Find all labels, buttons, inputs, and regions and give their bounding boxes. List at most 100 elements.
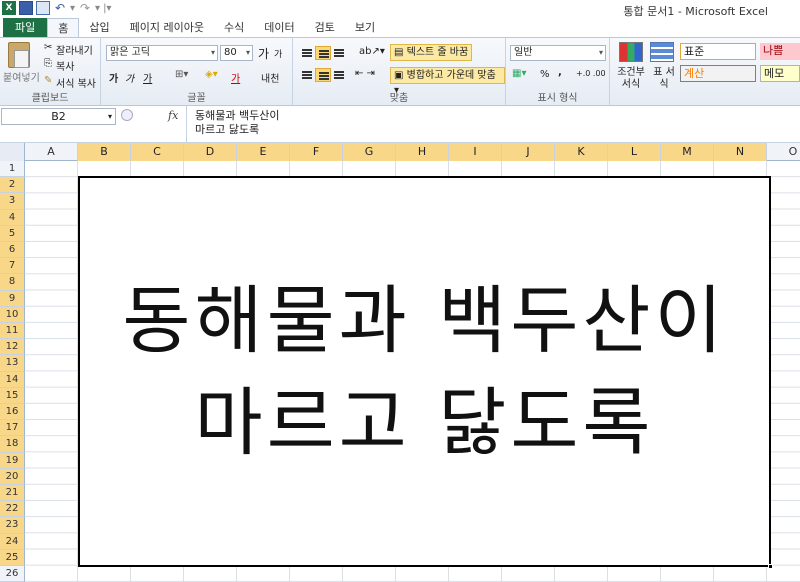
column-header-d[interactable]: D bbox=[184, 143, 237, 161]
undo-icon[interactable]: ↶ bbox=[53, 1, 67, 15]
column-header-h[interactable]: H bbox=[396, 143, 449, 161]
row-header-21[interactable]: 21 bbox=[0, 485, 25, 502]
row-header-5[interactable]: 5 bbox=[0, 225, 25, 242]
column-header-c[interactable]: C bbox=[131, 143, 184, 161]
excel-logo-icon[interactable]: X bbox=[2, 1, 16, 15]
percent-button[interactable]: % bbox=[540, 69, 550, 80]
row-header-4[interactable]: 4 bbox=[0, 209, 25, 226]
column-header-l[interactable]: L bbox=[608, 143, 661, 161]
conditional-format-button[interactable]: 조건부 서식 bbox=[616, 67, 646, 91]
row-header-8[interactable]: 8 bbox=[0, 274, 25, 291]
orientation-icon[interactable]: ab↗▾ bbox=[359, 46, 385, 57]
align-left-icon[interactable] bbox=[299, 68, 315, 82]
row-header-16[interactable]: 16 bbox=[0, 404, 25, 421]
tab-formulas[interactable]: 수식 bbox=[214, 18, 254, 37]
border-icon[interactable]: ⊞▾ bbox=[175, 69, 188, 80]
style-bad[interactable]: 나쁨 bbox=[760, 43, 800, 60]
form-icon[interactable] bbox=[36, 1, 50, 15]
column-header-j[interactable]: J bbox=[502, 143, 555, 161]
bold-button[interactable]: 가 bbox=[109, 70, 118, 85]
style-normal[interactable]: 표준 bbox=[680, 43, 756, 60]
phonetic-button[interactable]: 내천 bbox=[261, 70, 279, 85]
customize-qat-icon[interactable]: |▾ bbox=[103, 3, 111, 14]
row-header-18[interactable]: 18 bbox=[0, 436, 25, 453]
tab-home[interactable]: 홈 bbox=[47, 18, 80, 37]
tab-view[interactable]: 보기 bbox=[345, 18, 385, 37]
align-middle-icon[interactable] bbox=[315, 46, 331, 60]
increase-decimal-button[interactable]: +.0 .00 bbox=[576, 69, 606, 78]
name-box[interactable]: B2 ▾ bbox=[1, 108, 116, 125]
merged-cell-b2[interactable]: 동해물과 백두산이 마르고 닳도록 bbox=[78, 176, 771, 567]
column-header-g[interactable]: G bbox=[343, 143, 396, 161]
redo-icon[interactable]: ↷ bbox=[78, 1, 92, 15]
align-top-icon[interactable] bbox=[299, 46, 315, 60]
row-header-17[interactable]: 17 bbox=[0, 420, 25, 437]
row-header-6[interactable]: 6 bbox=[0, 242, 25, 259]
column-header-b[interactable]: B bbox=[78, 143, 131, 161]
cut-icon[interactable]: ✂ bbox=[44, 42, 52, 53]
conditional-format-icon[interactable] bbox=[619, 42, 643, 62]
align-right-icon[interactable] bbox=[331, 68, 347, 82]
column-header-k[interactable]: K bbox=[555, 143, 608, 161]
paste-icon[interactable] bbox=[8, 42, 30, 68]
save-icon[interactable] bbox=[19, 1, 33, 15]
column-header-f[interactable]: F bbox=[290, 143, 343, 161]
column-header-e[interactable]: E bbox=[237, 143, 290, 161]
row-header-22[interactable]: 22 bbox=[0, 501, 25, 518]
row-header-23[interactable]: 23 bbox=[0, 517, 25, 534]
italic-button[interactable]: 가 bbox=[125, 70, 134, 85]
formula-input[interactable]: 동해물과 백두산이 마르고 닳도록 bbox=[186, 106, 800, 142]
row-header-11[interactable]: 11 bbox=[0, 323, 25, 340]
number-format-select[interactable]: 일반 ▾ bbox=[510, 45, 606, 61]
align-center-icon[interactable] bbox=[315, 68, 331, 82]
row-header-2[interactable]: 2 bbox=[0, 177, 25, 194]
select-all-button[interactable] bbox=[0, 143, 25, 161]
undo-dropdown-icon[interactable]: ▾ bbox=[70, 3, 75, 14]
style-note[interactable]: 메모 bbox=[760, 65, 800, 82]
column-header-o[interactable]: O bbox=[767, 143, 800, 161]
tab-page-layout[interactable]: 페이지 레이아웃 bbox=[120, 18, 214, 37]
font-color-button[interactable]: 가 bbox=[231, 70, 240, 85]
font-name-select[interactable]: 맑은 고딕 ▾ bbox=[106, 45, 218, 61]
paste-button[interactable]: 붙여넣기 bbox=[3, 69, 40, 84]
format-table-icon[interactable] bbox=[650, 42, 674, 62]
underline-button[interactable]: 가 bbox=[143, 70, 152, 85]
column-header-a[interactable]: A bbox=[25, 143, 78, 161]
row-header-9[interactable]: 9 bbox=[0, 290, 25, 307]
formula-bar-splitter-icon[interactable] bbox=[121, 109, 133, 121]
merge-center-button[interactable]: ▣ 병합하고 가운데 맞춤 ▾ bbox=[390, 67, 505, 96]
fill-handle[interactable] bbox=[768, 564, 773, 569]
currency-icon[interactable]: ▦▾ bbox=[512, 68, 526, 79]
insert-function-icon[interactable]: fx bbox=[168, 109, 178, 122]
row-header-13[interactable]: 13 bbox=[0, 355, 25, 372]
row-header-15[interactable]: 15 bbox=[0, 387, 25, 404]
format-painter-icon[interactable]: ✎ bbox=[44, 75, 52, 86]
format-table-button[interactable]: 표 서식 bbox=[652, 67, 676, 91]
grow-font-button[interactable]: 가 bbox=[258, 45, 269, 62]
comma-button[interactable]: , bbox=[558, 67, 562, 78]
row-header-20[interactable]: 20 bbox=[0, 468, 25, 485]
shrink-font-button[interactable]: 가 bbox=[274, 47, 282, 60]
column-header-i[interactable]: I bbox=[449, 143, 502, 161]
tab-file[interactable]: 파일 bbox=[3, 18, 48, 37]
indent-icon[interactable]: ⇤ ⇥ bbox=[355, 68, 375, 79]
row-header-14[interactable]: 14 bbox=[0, 371, 25, 388]
tab-data[interactable]: 데이터 bbox=[254, 18, 304, 37]
column-header-n[interactable]: N bbox=[714, 143, 767, 161]
row-header-1[interactable]: 1 bbox=[0, 161, 25, 178]
format-painter-button[interactable]: 서식 복사 bbox=[56, 75, 96, 90]
redo-dropdown-icon[interactable]: ▾ bbox=[95, 3, 100, 14]
font-size-select[interactable]: 80 ▾ bbox=[220, 45, 253, 61]
cut-button[interactable]: 잘라내기 bbox=[56, 42, 93, 57]
row-header-10[interactable]: 10 bbox=[0, 306, 25, 323]
tab-insert[interactable]: 삽입 bbox=[79, 18, 119, 37]
column-header-m[interactable]: M bbox=[661, 143, 714, 161]
style-calculation[interactable]: 계산 bbox=[680, 65, 756, 82]
row-header-26[interactable]: 26 bbox=[0, 566, 25, 582]
row-header-7[interactable]: 7 bbox=[0, 258, 25, 275]
row-header-3[interactable]: 3 bbox=[0, 193, 25, 210]
align-bottom-icon[interactable] bbox=[331, 46, 347, 60]
copy-icon[interactable]: ⎘ bbox=[44, 58, 52, 69]
fill-color-icon[interactable]: ◈▾ bbox=[205, 69, 218, 80]
copy-button[interactable]: 복사 bbox=[56, 58, 74, 73]
